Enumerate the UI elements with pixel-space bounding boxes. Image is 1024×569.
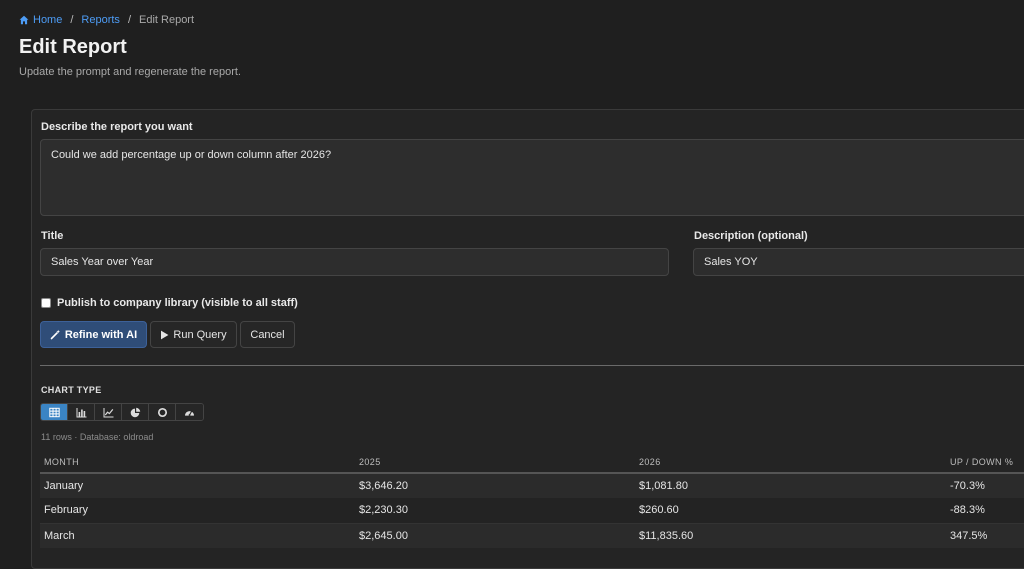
table-cell-2025: $2,230.30 [355,498,635,524]
publish-option: Publish to company library (visible to a… [41,297,298,309]
chart-type-donut-button[interactable] [149,404,176,420]
page-title: Edit Report [19,36,127,58]
publish-checkbox[interactable] [41,298,51,308]
chart-type-gauge-button[interactable] [176,404,203,420]
description-label: Description (optional) [694,230,808,242]
chart-type-line-button[interactable] [95,404,122,420]
run-query-button[interactable]: Run Query [150,321,237,348]
publish-label: Publish to company library (visible to a… [57,297,298,309]
table-row: January $3,646.20 $1,081.80 -70.3% [40,473,1024,498]
table-cell-up-down: -70.3% [946,473,1024,498]
chart-type-selector [40,403,204,421]
chart-type-bar-button[interactable] [68,404,95,420]
page-subtitle: Update the prompt and regenerate the rep… [19,66,241,78]
column-header-up-down[interactable]: UP / DOWN % [946,451,1024,474]
title-input[interactable] [40,248,669,276]
table-cell-month: March [40,523,355,548]
prompt-textarea[interactable]: Could we add percentage up or down colum… [40,139,1024,216]
table-cell-up-down: -88.3% [946,498,1024,524]
chart-type-pie-button[interactable] [122,404,149,420]
run-query-label: Run Query [173,328,227,341]
description-input[interactable] [693,248,1024,276]
breadcrumb: Home / Reports / Edit Report [19,14,194,26]
breadcrumb-home-label: Home [33,14,63,26]
table-cell-up-down: 347.5% [946,523,1024,548]
report-editor-card: Describe the report you want Could we ad… [31,109,1024,569]
table-cell-month: January [40,473,355,498]
table-icon [48,407,60,417]
column-header-2025[interactable]: 2025 [355,451,635,474]
cancel-button[interactable]: Cancel [240,321,295,348]
refine-with-ai-button[interactable]: Refine with AI [40,321,147,348]
prompt-label: Describe the report you want [41,121,193,133]
line-chart-icon [103,407,113,417]
gauge-icon [185,410,194,416]
breadcrumb-home-link[interactable]: Home [19,14,62,26]
breadcrumb-separator: / [127,14,131,26]
table-cell-month: February [40,498,355,524]
chart-type-table-button[interactable] [41,404,68,420]
breadcrumb-separator: / [70,14,74,26]
table-header-row: MONTH 2025 2026 UP / DOWN % [40,451,1024,474]
results-table: MONTH 2025 2026 UP / DOWN % January $3,6… [40,451,1024,548]
column-header-2026[interactable]: 2026 [635,451,946,474]
table-row: February $2,230.30 $260.60 -88.3% [40,498,1024,524]
table-cell-2025: $2,645.00 [355,523,635,548]
table-cell-2025: $3,646.20 [355,473,635,498]
table-cell-2026: $11,835.60 [635,523,946,548]
breadcrumb-reports-link[interactable]: Reports [81,14,120,26]
table-cell-2026: $260.60 [635,498,946,524]
refine-button-label: Refine with AI [64,328,138,341]
pie-chart-icon [130,407,140,417]
table-row: March $2,645.00 $11,835.60 347.5% [40,523,1024,548]
donut-chart-icon [157,407,167,417]
column-header-month[interactable]: MONTH [40,451,355,474]
magic-wand-icon [50,329,60,340]
breadcrumb-current: Edit Report [139,14,195,26]
table-cell-2026: $1,081.80 [635,473,946,498]
title-label: Title [41,230,64,242]
results-meta: 11 rows · Database: oldroad [41,432,154,442]
bar-chart-icon [76,407,86,417]
home-icon [19,15,29,25]
chart-type-label: CHART TYPE [41,385,102,395]
section-divider [40,365,1024,366]
play-icon [161,330,169,339]
